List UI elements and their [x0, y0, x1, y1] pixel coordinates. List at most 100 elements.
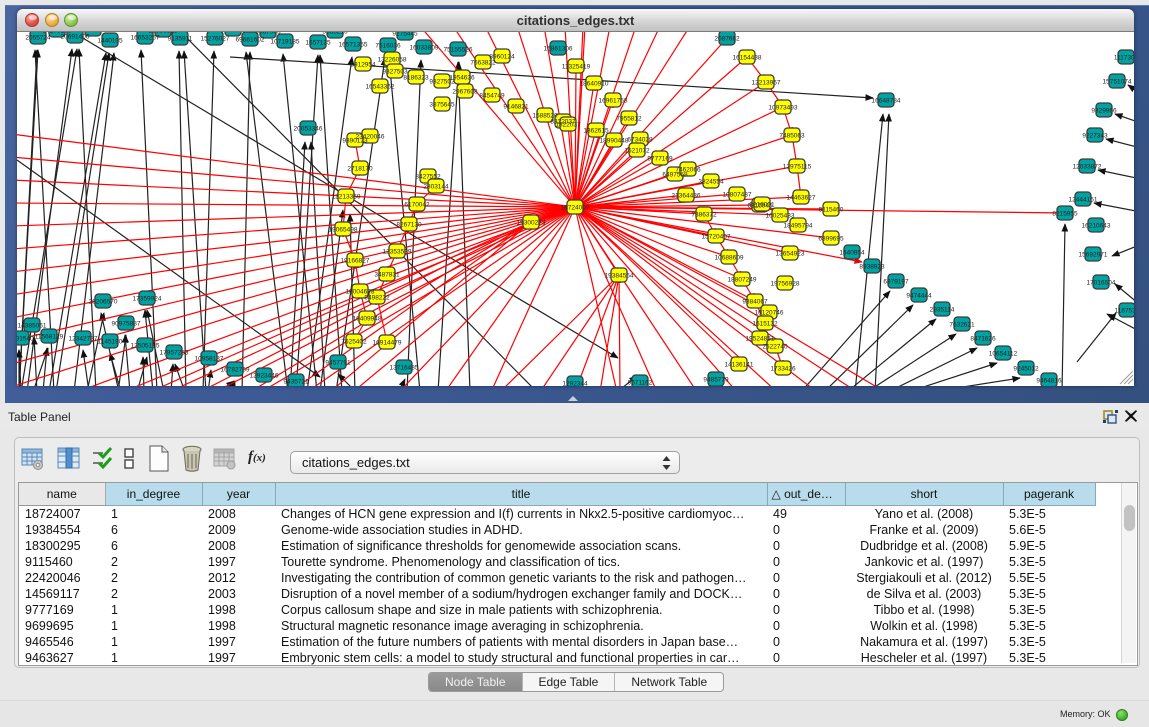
svg-text:8186323: 8186323 — [403, 75, 429, 82]
svg-text:8471626: 8471626 — [970, 336, 996, 343]
svg-text:8454749: 8454749 — [479, 93, 505, 100]
svg-text:8427552: 8427552 — [415, 174, 441, 181]
svg-text:17359924: 17359924 — [133, 296, 162, 303]
svg-text:8960124: 8960124 — [489, 54, 515, 61]
svg-text:16409948: 16409948 — [353, 316, 382, 323]
svg-text:1640954: 1640954 — [839, 250, 865, 257]
svg-text:1362615: 1362615 — [583, 128, 609, 135]
svg-text:19384554: 19384554 — [605, 273, 634, 280]
svg-text:8938923: 8938923 — [859, 264, 885, 271]
svg-text:6170042: 6170042 — [404, 202, 430, 209]
svg-text:19300273: 19300273 — [517, 220, 546, 227]
svg-text:7386372: 7386372 — [691, 212, 717, 219]
svg-text:12444151: 12444151 — [1069, 197, 1098, 204]
svg-text:9245012: 9245012 — [1013, 366, 1039, 373]
svg-text:7462066: 7462066 — [675, 167, 701, 174]
svg-text:16961758: 16961758 — [599, 98, 628, 105]
svg-text:1292344: 1292344 — [562, 381, 588, 387]
svg-text:1440105: 1440105 — [97, 38, 123, 45]
svg-text:16396513: 16396513 — [149, 32, 178, 35]
svg-text:9384067: 9384067 — [742, 299, 768, 306]
svg-text:16914479: 16914479 — [373, 340, 402, 347]
svg-text:9115460: 9115460 — [819, 207, 844, 214]
svg-text:1621072: 1621072 — [624, 148, 650, 155]
svg-text:8215955: 8215955 — [1052, 211, 1078, 218]
svg-text:1322037: 1322037 — [555, 122, 581, 129]
svg-text:9329966: 9329966 — [1091, 108, 1117, 115]
svg-text:10654112: 10654112 — [989, 351, 1018, 358]
svg-text:14463627: 14463627 — [787, 195, 816, 202]
svg-text:16033809: 16033809 — [410, 45, 439, 52]
svg-text:1733426: 1733426 — [770, 366, 796, 373]
svg-text:19065498: 19065498 — [329, 227, 358, 234]
svg-text:9464816: 9464816 — [1036, 378, 1062, 385]
svg-text:18990448: 18990448 — [600, 138, 629, 145]
svg-text:15276027: 15276027 — [201, 36, 230, 43]
svg-text:6216001: 6216001 — [749, 202, 775, 209]
svg-text:6879197: 6879197 — [883, 279, 909, 286]
svg-text:3487831: 3487831 — [374, 272, 400, 279]
svg-text:11568129: 11568129 — [35, 334, 64, 341]
svg-text:8912954: 8912954 — [350, 62, 376, 69]
svg-text:9777169: 9777169 — [647, 156, 673, 163]
svg-text:12505135: 12505135 — [131, 343, 160, 350]
svg-text:1954636: 1954636 — [449, 75, 475, 82]
svg-text:6734028: 6734028 — [627, 137, 653, 144]
svg-text:3875645: 3875645 — [429, 102, 455, 109]
svg-text:2522740: 2522740 — [762, 344, 788, 351]
svg-text:9498222: 9498222 — [364, 295, 390, 302]
svg-text:15692971: 15692971 — [1079, 252, 1108, 259]
svg-text:19524851: 19524851 — [746, 336, 775, 343]
svg-text:10025433: 10025433 — [766, 213, 795, 220]
svg-text:10719185: 10719185 — [271, 39, 300, 46]
svg-text:9485779: 9485779 — [703, 377, 729, 384]
svg-text:3824554: 3824554 — [698, 179, 724, 186]
svg-text:9135911: 9135911 — [168, 36, 193, 43]
svg-text:16653267: 16653267 — [131, 35, 160, 42]
svg-text:20053346: 20053346 — [294, 126, 323, 133]
svg-text:20691406: 20691406 — [61, 34, 90, 41]
svg-text:19756928: 19756928 — [771, 281, 800, 288]
svg-text:9146821: 9146821 — [503, 104, 529, 111]
svg-text:13654923: 13654923 — [776, 251, 805, 258]
svg-text:16648784: 16648784 — [872, 98, 901, 105]
svg-text:2803144: 2803144 — [423, 184, 449, 191]
svg-text:12923446: 12923446 — [250, 373, 279, 380]
svg-text:15720407: 15720407 — [702, 234, 731, 241]
svg-text:7625402: 7625402 — [341, 339, 367, 346]
svg-text:14136141: 14136141 — [725, 362, 754, 369]
svg-text:15751074: 15751074 — [1103, 79, 1132, 86]
svg-text:7485063: 7485063 — [779, 133, 805, 140]
svg-text:21364436: 21364436 — [672, 193, 701, 200]
svg-text:75155526: 75155526 — [444, 47, 473, 54]
svg-text:11325419: 11325419 — [562, 64, 591, 71]
svg-text:13716485: 13716485 — [390, 365, 419, 372]
svg-text:2087662: 2087662 — [714, 36, 740, 43]
svg-text:9275445: 9275445 — [392, 32, 418, 38]
svg-text:7955812: 7955812 — [616, 116, 642, 123]
svg-text:9474444: 9474444 — [906, 293, 932, 300]
svg-text:18807249: 18807249 — [728, 277, 757, 284]
svg-text:1117304: 1117304 — [1114, 55, 1134, 62]
svg-text:18640910: 18640910 — [580, 81, 609, 88]
svg-text:26206570: 26206570 — [89, 299, 118, 306]
svg-text:9435721: 9435721 — [283, 379, 309, 386]
svg-text:2967608: 2967608 — [452, 89, 478, 96]
svg-text:5685216: 5685216 — [322, 32, 348, 36]
svg-text:22570529: 22570529 — [79, 32, 108, 34]
svg-text:10958137: 10958137 — [195, 356, 224, 363]
svg-text:10807487: 10807487 — [723, 192, 752, 199]
svg-text:9457791: 9457791 — [325, 360, 351, 367]
svg-text:9887903: 9887903 — [255, 32, 281, 36]
svg-text:10973493: 10973493 — [769, 105, 798, 112]
svg-text:16782759: 16782759 — [221, 367, 250, 374]
svg-text:1167534: 1167534 — [1115, 308, 1134, 315]
svg-text:12213369: 12213369 — [332, 194, 361, 201]
svg-text:12342737: 12342737 — [69, 336, 98, 343]
svg-text:16543362: 16543362 — [366, 84, 395, 91]
svg-text:8267130: 8267130 — [396, 222, 422, 229]
svg-text:90975887: 90975887 — [112, 321, 141, 328]
svg-text:12033872: 12033872 — [1073, 164, 1102, 171]
svg-text:9890123: 9890123 — [342, 138, 368, 145]
svg-text:2935114: 2935114 — [930, 307, 955, 314]
